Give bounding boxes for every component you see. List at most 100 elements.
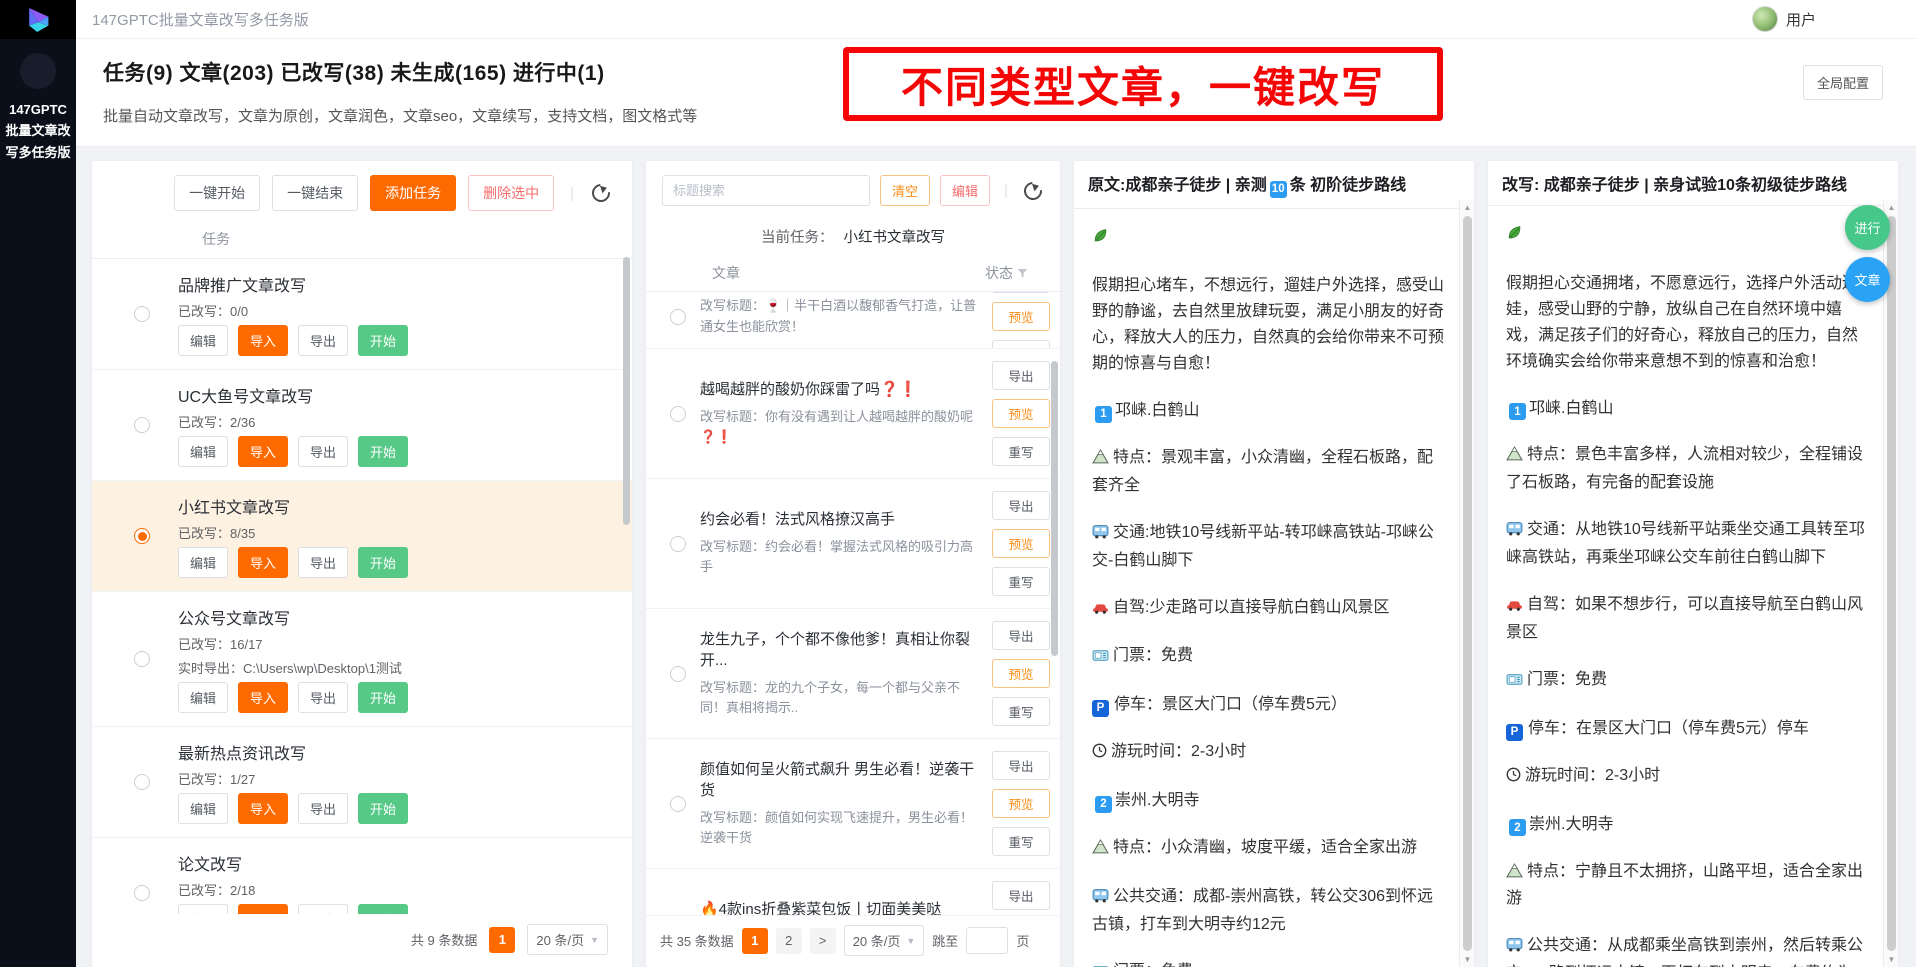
next-page-button[interactable]: > xyxy=(810,928,836,954)
article-row[interactable]: 约会必看！法式风格撩汉高手 改写标题：约会必看！掌握法式风格的吸引力高手 导出 … xyxy=(646,479,1060,609)
article-radio[interactable] xyxy=(670,666,686,682)
article-row[interactable]: 越喝越胖的酸奶你踩雷了吗❓❗ 改写标题：你有没有遇到让人越喝越胖的酸奶呢❓❗ 导… xyxy=(646,349,1060,479)
task-import-button[interactable]: 导入 xyxy=(238,436,288,467)
task-import-button[interactable]: 导入 xyxy=(238,547,288,578)
scroll-up-icon[interactable]: ▲ xyxy=(1460,203,1474,212)
scrollbar-thumb[interactable] xyxy=(623,257,630,525)
parking-icon: P xyxy=(1506,724,1523,741)
task-radio[interactable] xyxy=(134,774,150,790)
article-export-button[interactable]: 导出 xyxy=(992,361,1050,390)
start-all-button[interactable]: 一键开始 xyxy=(174,175,260,211)
task-export-button[interactable]: 导出 xyxy=(298,904,348,914)
page-number[interactable]: 2 xyxy=(776,928,802,954)
user-menu[interactable]: 用户 xyxy=(1752,6,1816,32)
task-edit-button[interactable]: 编辑 xyxy=(178,793,228,824)
task-start-button[interactable]: 开始 xyxy=(358,325,408,356)
task-radio[interactable] xyxy=(134,417,150,433)
task-export-button[interactable]: 导出 xyxy=(298,682,348,713)
article-preview-button[interactable]: 预览 xyxy=(992,659,1050,688)
search-input[interactable] xyxy=(662,175,870,206)
article-radio[interactable] xyxy=(670,796,686,812)
task-row[interactable]: 公众号文章改写 已改写：16/17 实时导出：C:\Users\wp\Deskt… xyxy=(92,592,632,727)
scrollbar-thumb[interactable] xyxy=(1051,361,1058,656)
edit-button[interactable]: 编辑 xyxy=(940,175,990,206)
task-export-button[interactable]: 导出 xyxy=(298,325,348,356)
task-radio[interactable] xyxy=(134,885,150,901)
scroll-up-icon[interactable]: ▲ xyxy=(1884,203,1898,212)
article-export-button[interactable]: 导出 xyxy=(992,751,1050,780)
task-import-button[interactable]: 导入 xyxy=(238,793,288,824)
task-import-button[interactable]: 导入 xyxy=(238,904,288,914)
article-rewrite-button[interactable]: 重写 xyxy=(992,567,1050,596)
article-preview-button[interactable]: 预览 xyxy=(992,399,1050,428)
article-export-button[interactable]: 导出 xyxy=(992,621,1050,650)
scroll-down-icon[interactable]: ▼ xyxy=(1884,955,1898,964)
logo-icon xyxy=(21,4,55,36)
article-export-button[interactable]: 导出 xyxy=(992,491,1050,520)
page-number[interactable]: 1 xyxy=(489,927,515,953)
article-export-button[interactable]: 导出 xyxy=(992,881,1050,910)
refresh-icon[interactable] xyxy=(1022,180,1044,202)
task-radio[interactable] xyxy=(134,528,150,544)
task-edit-button[interactable]: 编辑 xyxy=(178,682,228,713)
delete-selected-button[interactable]: 删除选中 xyxy=(468,175,554,211)
task-row[interactable]: 论文改写 已改写：2/18 编辑 导入 导出 开始 xyxy=(92,838,632,914)
stop-all-button[interactable]: 一键结束 xyxy=(272,175,358,211)
add-task-button[interactable]: 添加任务 xyxy=(370,175,456,211)
scrollbar-thumb[interactable] xyxy=(1887,216,1896,951)
app-logo[interactable] xyxy=(0,0,76,39)
task-export-button[interactable]: 导出 xyxy=(298,436,348,467)
article-export-button[interactable]: 导出 xyxy=(992,292,1050,293)
task-edit-button[interactable]: 编辑 xyxy=(178,547,228,578)
scrollbar[interactable]: ▲ ▼ xyxy=(1883,200,1898,967)
page-number[interactable]: 1 xyxy=(742,928,768,954)
task-edit-button[interactable]: 编辑 xyxy=(178,325,228,356)
task-row[interactable]: UC大鱼号文章改写 已改写：2/36 编辑 导入 导出 开始 xyxy=(92,370,632,481)
task-edit-button[interactable]: 编辑 xyxy=(178,436,228,467)
task-import-button[interactable]: 导入 xyxy=(238,325,288,356)
task-export-button[interactable]: 导出 xyxy=(298,547,348,578)
article-preview-button[interactable]: 预览 xyxy=(992,302,1050,331)
task-export-button[interactable]: 导出 xyxy=(298,793,348,824)
filter-icon[interactable] xyxy=(1017,268,1028,279)
task-edit-button[interactable]: 编辑 xyxy=(178,904,228,914)
page-size-select[interactable]: 20 条/页▼ xyxy=(527,924,608,955)
task-start-button[interactable]: 开始 xyxy=(358,904,408,914)
articles-pagination: 共 35 条数据 12 > 20 条/页▼ 跳至 页 xyxy=(646,915,1060,967)
article-preview-button[interactable]: 预览 xyxy=(992,529,1050,558)
article-row[interactable]: 龙生九子，个个都不像他爹！真相让你裂开... 改写标题：龙的九个子女，每一个都与… xyxy=(646,609,1060,739)
article-rewrite-button[interactable]: 重写 xyxy=(992,340,1050,349)
global-config-button[interactable]: 全局配置 xyxy=(1803,65,1883,100)
task-row[interactable]: 最新热点资讯改写 已改写：1/27 编辑 导入 导出 开始 xyxy=(92,727,632,838)
page-size-select[interactable]: 20 条/页▼ xyxy=(844,925,925,956)
scroll-down-icon[interactable]: ▼ xyxy=(1460,955,1474,964)
article-float-button[interactable]: 文章 xyxy=(1845,257,1890,302)
task-row[interactable]: 小红书文章改写 已改写：8/35 编辑 导入 导出 开始 xyxy=(92,481,632,592)
clear-button[interactable]: 清空 xyxy=(880,175,930,206)
article-row[interactable]: 改写标题：🍷｜半干白酒以馥郁香气打造，让普通女生也能欣赏！ 导出 预览 重写 xyxy=(646,292,1060,349)
article-row[interactable]: 颜值如何呈火箭式飙升 男生必看！逆袭干货 改写标题：颜值如何实现飞速提升，男生必… xyxy=(646,739,1060,869)
scrollbar-thumb[interactable] xyxy=(1463,216,1472,951)
task-radio[interactable] xyxy=(134,306,150,322)
task-start-button[interactable]: 开始 xyxy=(358,547,408,578)
parking-icon: P xyxy=(1092,700,1109,717)
refresh-icon[interactable] xyxy=(590,182,612,204)
article-preview-button[interactable]: 预览 xyxy=(992,789,1050,818)
article-rewrite-button[interactable]: 重写 xyxy=(992,697,1050,726)
article-radio[interactable] xyxy=(670,309,686,325)
progress-float-button[interactable]: 进行 xyxy=(1845,205,1890,250)
article-rewrite-button[interactable]: 重写 xyxy=(992,437,1050,466)
task-start-button[interactable]: 开始 xyxy=(358,793,408,824)
task-row[interactable]: 品牌推广文章改写 已改写：0/0 编辑 导入 导出 开始 xyxy=(92,259,632,370)
article-radio[interactable] xyxy=(670,406,686,422)
article-row[interactable]: 🔥4款ins折叠紫菜包饭丨切面美美哒 改写标题：🔥4款ins风格的紫菜包饭，切面… xyxy=(646,869,1060,915)
jump-page-input[interactable] xyxy=(966,927,1008,954)
task-import-button[interactable]: 导入 xyxy=(238,682,288,713)
task-radio[interactable] xyxy=(134,651,150,667)
article-rewrite-button[interactable]: 重写 xyxy=(992,827,1050,856)
scrollbar[interactable]: ▲ ▼ xyxy=(1459,200,1474,967)
task-start-button[interactable]: 开始 xyxy=(358,436,408,467)
task-start-button[interactable]: 开始 xyxy=(358,682,408,713)
user-avatar[interactable] xyxy=(1752,6,1778,32)
article-radio[interactable] xyxy=(670,536,686,552)
